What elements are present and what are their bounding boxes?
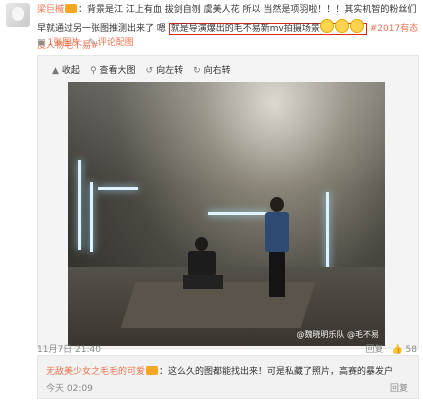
rotate-left-icon: ↺ bbox=[145, 66, 154, 76]
like-count: 58 bbox=[405, 345, 417, 355]
light-tube bbox=[208, 212, 268, 215]
collapse-icon: ▲ bbox=[52, 66, 59, 76]
emoji-icon bbox=[334, 19, 349, 33]
light-tube bbox=[326, 192, 329, 272]
post-photo[interactable]: @魏晓明乐队 @毛不易 bbox=[68, 82, 385, 346]
collapse-button[interactable]: ▲ 收起 bbox=[52, 63, 80, 79]
comment-text-line: 无敌美少女之毛毛的可爱 ：这么久的图都能找出来！可是私藏了照片，高赛的暴发户 bbox=[46, 364, 393, 377]
emoji-icon bbox=[319, 19, 334, 33]
comment-time: 今天 02:09 bbox=[46, 384, 93, 394]
comment-icon: ✎ bbox=[88, 38, 96, 48]
light-tube bbox=[98, 187, 138, 190]
rotate-right-icon: ↻ bbox=[193, 66, 201, 76]
zoom-icon: ⚲ bbox=[89, 66, 97, 76]
comment-user[interactable]: 无敌美少女之毛毛的可爱 bbox=[46, 367, 145, 377]
comment-item: 无敌美少女之毛毛的可爱 ：这么久的图都能找出来！可是私藏了照片，高赛的暴发户 今天… bbox=[37, 355, 419, 399]
highlighted-text: 就是导演爆出的毛不易新mv拍摄场景 bbox=[168, 19, 367, 35]
post-links: ▣ 1张图片 ✎ 评论配图 bbox=[37, 36, 134, 50]
view-large-button[interactable]: ⚲ 查看大图 bbox=[90, 63, 136, 79]
light-tube bbox=[78, 160, 81, 250]
rotate-right-button[interactable]: ↻ 向右转 bbox=[193, 63, 231, 79]
light-tube bbox=[90, 182, 93, 252]
emoji-icon bbox=[349, 19, 364, 33]
vip-badge-icon bbox=[146, 366, 159, 375]
standing-person bbox=[265, 197, 289, 297]
comment-text: ：这么久的图都能找出来！可是私藏了照片，高赛的暴发户 bbox=[159, 367, 394, 377]
avatar[interactable] bbox=[6, 3, 30, 27]
rotate-left-button[interactable]: ↺ 向左转 bbox=[146, 63, 184, 79]
comment-image-link[interactable]: ✎ 评论配图 bbox=[88, 36, 134, 50]
sitting-person bbox=[183, 237, 223, 292]
thumbs-up-icon: 👍 bbox=[391, 345, 403, 355]
author-name[interactable]: 梁巨槭 bbox=[37, 5, 64, 15]
image-icon: ▣ bbox=[37, 38, 46, 48]
photo-watermark: @魏晓明乐队 @毛不易 bbox=[296, 330, 379, 339]
image-viewer: ▲ 收起 ⚲ 查看大图 ↺ 向左转 ↻ 向右转 @魏晓明乐队 @毛不易 bbox=[37, 55, 419, 349]
comment-reply-button[interactable]: 回复 bbox=[390, 381, 408, 394]
image-count-link[interactable]: ▣ 1张图片 bbox=[37, 36, 80, 50]
post-time[interactable]: 11月7日 21:40 bbox=[37, 345, 101, 355]
viewer-toolbar: ▲ 收起 ⚲ 查看大图 ↺ 向左转 ↻ 向右转 bbox=[52, 63, 231, 79]
vip-badge-icon bbox=[65, 4, 78, 13]
